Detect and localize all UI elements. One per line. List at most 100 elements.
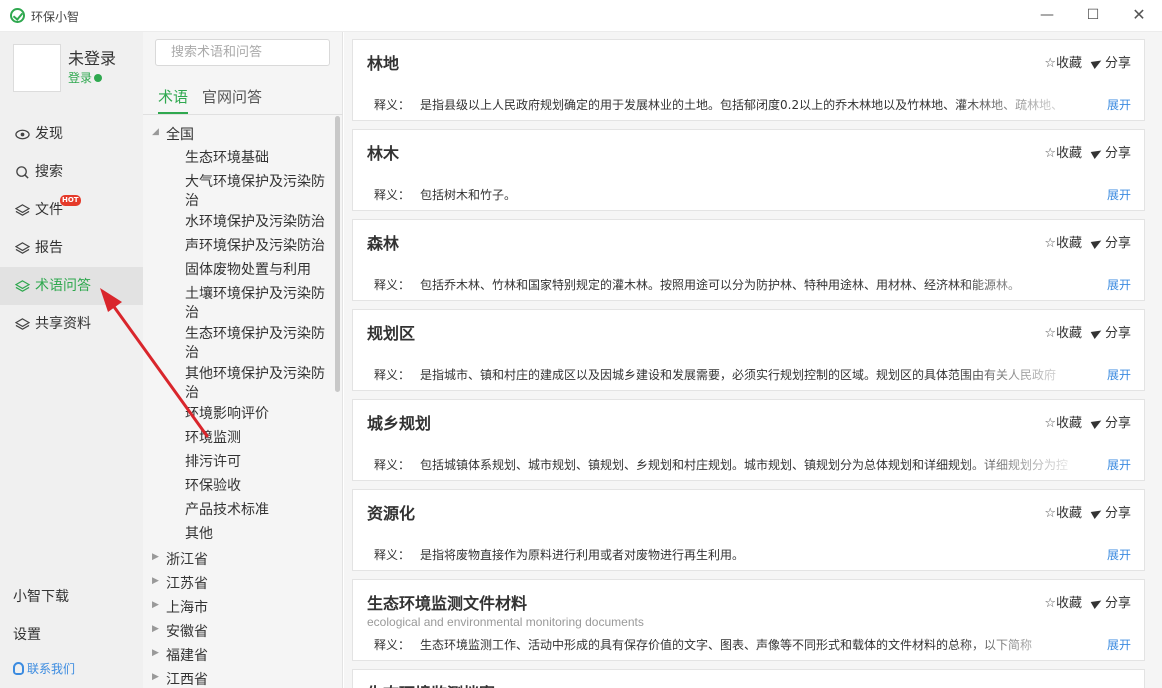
tree-item[interactable]: 大气环境保护及污染防治 xyxy=(185,173,329,211)
favorite-button[interactable]: ☆收藏 xyxy=(1044,146,1082,161)
close-button[interactable]: ✕ xyxy=(1124,4,1154,26)
login-label[interactable]: 登录 xyxy=(68,71,92,85)
term-card[interactable]: 生态环境监测文件材料 ecological and environmental … xyxy=(352,579,1145,661)
favorite-button[interactable]: ☆收藏 xyxy=(1044,56,1082,71)
search-icon xyxy=(15,165,30,180)
contact-link[interactable]: 联系我们 xyxy=(13,660,75,677)
share-label: 分享 xyxy=(1105,146,1131,161)
tree-item[interactable]: 产品技术标准 xyxy=(185,501,329,520)
qq-icon xyxy=(13,662,24,675)
favorite-label: 收藏 xyxy=(1056,506,1082,521)
sidebar-item-glossary[interactable]: 术语问答 xyxy=(0,267,143,305)
tree-item[interactable]: 环境监测 xyxy=(185,429,329,448)
term-title: 规划区 xyxy=(367,320,415,344)
minimize-button[interactable]: — xyxy=(1032,4,1062,26)
definition-text: 是指县级以上人民政府规划确定的用于发展林业的土地。包括郁闭度0.2以上的乔木林地… xyxy=(420,98,1063,112)
share-icon xyxy=(1091,327,1104,339)
tree-item[interactable]: 土壤环境保护及污染防治 xyxy=(185,285,329,323)
tree-item[interactable]: 声环境保护及污染防治 xyxy=(185,237,329,256)
expand-link[interactable]: 展开 xyxy=(1107,186,1131,203)
sidebar-item-shared[interactable]: 共享资料 xyxy=(0,305,143,343)
share-button[interactable]: 分享 xyxy=(1092,146,1131,161)
share-button[interactable]: 分享 xyxy=(1092,326,1131,341)
favorite-button[interactable]: ☆收藏 xyxy=(1044,326,1082,341)
tree-item[interactable]: 生态环境基础 xyxy=(185,149,329,168)
expand-link[interactable]: 展开 xyxy=(1107,456,1131,473)
term-card[interactable]: 生态环境监测档案 xyxy=(352,669,1145,688)
term-title: 森林 xyxy=(367,230,399,254)
favorite-button[interactable]: ☆收藏 xyxy=(1044,236,1082,251)
tree-scrollbar[interactable] xyxy=(335,116,340,392)
app-logo-icon xyxy=(10,8,25,23)
card-actions: ☆收藏 分享 xyxy=(1034,322,1131,341)
caret-down-icon: ◢ xyxy=(152,127,159,137)
share-button[interactable]: 分享 xyxy=(1092,236,1131,251)
definition-label: 释义： xyxy=(374,188,410,202)
tree-item[interactable]: 环保验收 xyxy=(185,477,329,496)
star-icon: ☆ xyxy=(1044,506,1056,521)
caret-right-icon: ▶ xyxy=(152,624,159,634)
sidebar-item-search[interactable]: 搜索 xyxy=(0,153,143,191)
definition-text: 是指城市、镇和村庄的建成区以及因城乡建设和发展需要，必须实行规划控制的区域。规划… xyxy=(420,368,1056,382)
card-actions: ☆收藏 分享 xyxy=(1034,502,1131,521)
settings-link[interactable]: 设置 xyxy=(13,624,41,644)
term-list: 林地 ☆收藏分享 释义：是指县级以上人民政府规划确定的用于发展林业的土地。包括郁… xyxy=(344,32,1162,688)
tree-item[interactable]: 水环境保护及污染防治 xyxy=(185,213,329,232)
term-definition: 释义：是指城市、镇和村庄的建成区以及因城乡建设和发展需要，必须实行规划控制的区域… xyxy=(374,366,1084,383)
term-card[interactable]: 资源化 ☆收藏分享 释义：是指将废物直接作为原料进行利用或者对废物进行再生利用。… xyxy=(352,489,1145,571)
expand-link[interactable]: 展开 xyxy=(1107,366,1131,383)
share-button[interactable]: 分享 xyxy=(1092,416,1131,431)
tab-official-qa[interactable]: 官网问答 xyxy=(202,86,262,114)
favorite-button[interactable]: ☆收藏 xyxy=(1044,506,1082,521)
tab-terms[interactable]: 术语 xyxy=(158,86,188,114)
sidebar-item-label: 文件 xyxy=(35,202,63,218)
share-icon xyxy=(1091,237,1104,249)
favorite-button[interactable]: ☆收藏 xyxy=(1044,416,1082,431)
maximize-button[interactable]: ☐ xyxy=(1078,4,1108,26)
sidebar-item-discover[interactable]: 发现 xyxy=(0,115,143,153)
tree-item[interactable]: 生态环境保护及污染防治 xyxy=(185,325,329,363)
term-card[interactable]: 森林 ☆收藏分享 释义：包括乔木林、竹林和国家特别规定的灌木林。按照用途可以分为… xyxy=(352,219,1145,301)
expand-link[interactable]: 展开 xyxy=(1107,276,1131,293)
tree-node-label: 上海市 xyxy=(166,597,208,617)
term-card[interactable]: 林地 ☆收藏分享 释义：是指县级以上人民政府规划确定的用于发展林业的土地。包括郁… xyxy=(352,39,1145,121)
download-link[interactable]: 小智下载 xyxy=(13,586,69,606)
tree-item[interactable]: 固体废物处置与利用 xyxy=(185,261,329,280)
term-card[interactable]: 林木 ☆收藏分享 释义：包括树木和竹子。 展开 xyxy=(352,129,1145,211)
share-icon xyxy=(1091,147,1104,159)
caret-right-icon: ▶ xyxy=(152,552,159,562)
hot-badge: HOT xyxy=(60,195,81,206)
tree-item[interactable]: 其他环境保护及污染防治 xyxy=(185,365,329,403)
share-button[interactable]: 分享 xyxy=(1092,506,1131,521)
search-box[interactable] xyxy=(155,39,330,66)
term-card[interactable]: 规划区 ☆收藏 分享 释义：是指城市、镇和村庄的建成区以及因城乡建设和发展需要，必… xyxy=(352,309,1145,391)
term-definition: 释义：生态环境监测工作、活动中形成的具有保存价值的文字、图表、声像等不同形式和载… xyxy=(374,636,1084,653)
favorite-label: 收藏 xyxy=(1056,56,1082,71)
caret-right-icon: ▶ xyxy=(152,576,159,586)
tree-node-label: 江西省 xyxy=(166,669,208,688)
tree-item[interactable]: 环境影响评价 xyxy=(185,405,329,424)
tree-item[interactable]: 其他 xyxy=(185,525,329,544)
sidebar: 未登录 登录 发现 搜索 文件 HOT 报告 术语问答 共享资料 小智下载 设置… xyxy=(0,32,143,688)
sidebar-item-reports[interactable]: 报告 xyxy=(0,229,143,267)
card-actions: ☆收藏分享 xyxy=(1034,412,1131,431)
share-label: 分享 xyxy=(1105,326,1131,341)
tree-item[interactable]: 排污许可 xyxy=(185,453,329,472)
contact-label: 联系我们 xyxy=(27,662,75,676)
term-card[interactable]: 城乡规划 ☆收藏分享 释义：包括城镇体系规划、城市规划、镇规划、乡规划和村庄规划… xyxy=(352,399,1145,481)
term-title: 城乡规划 xyxy=(367,410,431,434)
sidebar-item-files[interactable]: 文件 HOT xyxy=(0,191,143,229)
login-link[interactable]: 登录 xyxy=(68,69,102,86)
expand-link[interactable]: 展开 xyxy=(1107,546,1131,563)
expand-link[interactable]: 展开 xyxy=(1107,96,1131,113)
search-input[interactable] xyxy=(156,40,329,65)
definition-text: 生态环境监测工作、活动中形成的具有保存价值的文字、图表、声像等不同形式和载体的文… xyxy=(420,638,1032,652)
share-label: 分享 xyxy=(1105,506,1131,521)
avatar[interactable] xyxy=(13,44,61,92)
layers-icon xyxy=(15,203,30,218)
card-actions: ☆收藏分享 xyxy=(1034,232,1131,251)
star-icon: ☆ xyxy=(1044,56,1056,71)
term-english-name: ecological and environmental monitoring … xyxy=(367,615,644,629)
sidebar-item-label: 发现 xyxy=(35,126,63,142)
share-button[interactable]: 分享 xyxy=(1092,56,1131,71)
